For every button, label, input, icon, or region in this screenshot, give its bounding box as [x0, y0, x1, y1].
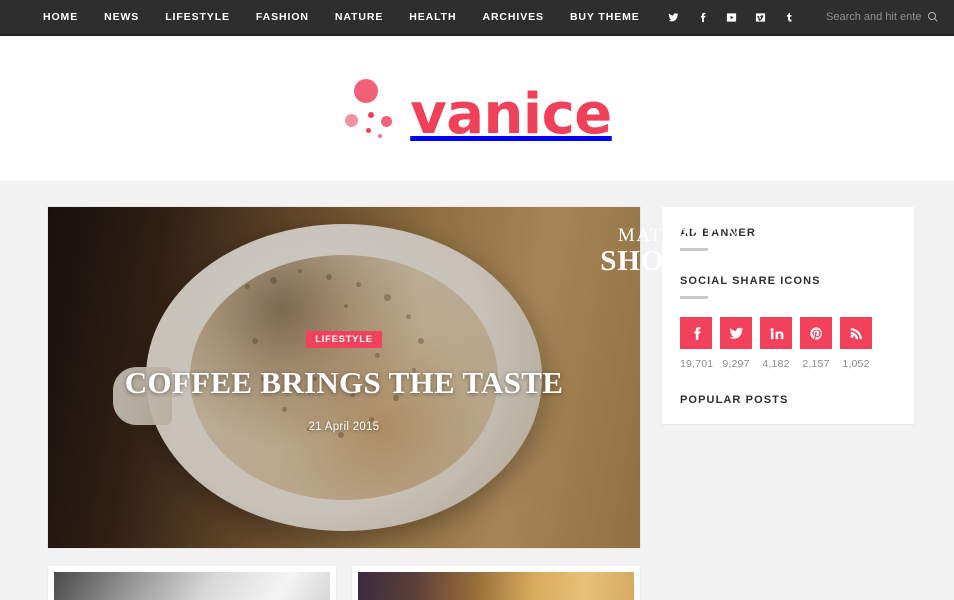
page-content: LIFESTYLE COFFEE BRINGS THE TASTE 21 Apr…	[0, 181, 954, 600]
post-card[interactable]	[352, 566, 640, 600]
nav-item-buy-theme[interactable]: BUY THEME	[557, 0, 653, 34]
widget-popular-posts: POPULAR POSTS	[680, 394, 896, 406]
widget-title-popular-posts: POPULAR POSTS	[680, 394, 789, 406]
hero-text-block: LIFESTYLE COFFEE BRINGS THE TASTE 21 Apr…	[48, 329, 640, 433]
nav-item-archives[interactable]: ARCHIVES	[469, 0, 556, 34]
title-divider	[680, 296, 708, 299]
widget-social-share: SOCIAL SHARE ICONS 19,701 9,297 4,182 2,…	[680, 275, 896, 370]
pinterest-icon[interactable]	[800, 317, 832, 349]
sidebar-widgets: AD BANNER MATERNITY SHOPPING SOCIAL SHAR…	[600, 207, 914, 424]
widget-ad-banner: AD BANNER MATERNITY SHOPPING	[600, 226, 896, 276]
hero-title[interactable]: COFFEE BRINGS THE TASTE	[68, 365, 620, 401]
post-card[interactable]	[48, 566, 336, 600]
share-item-rss: 1,052	[840, 317, 872, 370]
nav-item-health[interactable]: HEALTH	[396, 0, 469, 34]
nav-item-nature[interactable]: NATURE	[322, 0, 396, 34]
share-item-facebook: 19,701	[680, 317, 714, 370]
nav-item-home[interactable]: HOME	[30, 0, 91, 34]
site-logo[interactable]: vanice	[342, 76, 612, 148]
main-column: LIFESTYLE COFFEE BRINGS THE TASTE 21 Apr…	[48, 207, 640, 600]
share-count-facebook: 19,701	[680, 358, 714, 370]
site-header: vanice	[0, 36, 954, 181]
facebook-icon[interactable]	[680, 317, 712, 349]
hero-date: 21 April 2015	[308, 420, 380, 433]
search-icon[interactable]	[927, 11, 940, 24]
vimeo-icon[interactable]	[750, 0, 771, 34]
top-navigation-bar: HOME NEWS LIFESTYLE FASHION NATURE HEALT…	[0, 0, 954, 36]
featured-post-hero[interactable]: LIFESTYLE COFFEE BRINGS THE TASTE 21 Apr…	[48, 207, 640, 548]
share-count-pinterest: 2,157	[802, 358, 830, 370]
header-social-links	[659, 0, 804, 34]
share-count-linkedin: 4,182	[762, 358, 790, 370]
share-item-pinterest: 2,157	[800, 317, 832, 370]
rss-icon[interactable]	[840, 317, 872, 349]
share-count-twitter: 9,297	[722, 358, 750, 370]
twitter-icon[interactable]	[663, 0, 684, 34]
logo-dots-icon	[342, 76, 404, 142]
nav-item-fashion[interactable]: FASHION	[243, 0, 322, 34]
nav-right-cluster	[659, 0, 954, 34]
linkedin-icon[interactable]	[760, 317, 792, 349]
sidebar: AD BANNER MATERNITY SHOPPING SOCIAL SHAR…	[600, 207, 914, 424]
share-count-rss: 1,052	[842, 358, 870, 370]
social-share-row: 19,701 9,297 4,182 2,157 1,052	[680, 317, 896, 370]
search-box[interactable]	[826, 11, 940, 24]
nav-item-lifestyle[interactable]: LIFESTYLE	[152, 0, 243, 34]
main-menu: HOME NEWS LIFESTYLE FASHION NATURE HEALT…	[30, 0, 653, 34]
hero-category-badge[interactable]: LIFESTYLE	[306, 331, 382, 348]
widget-title-social-share: SOCIAL SHARE ICONS	[680, 275, 821, 287]
youtube-icon[interactable]	[721, 0, 742, 34]
share-item-linkedin: 4,182	[760, 317, 792, 370]
nav-item-news[interactable]: NEWS	[91, 0, 152, 34]
share-item-twitter: 9,297	[720, 317, 752, 370]
post-thumbnail[interactable]	[54, 572, 330, 600]
tumblr-icon[interactable]	[779, 0, 800, 34]
post-grid	[48, 566, 640, 600]
facebook-icon[interactable]	[692, 0, 713, 34]
twitter-icon[interactable]	[720, 317, 752, 349]
post-thumbnail[interactable]	[358, 572, 634, 600]
site-logo-text: vanice	[410, 82, 612, 148]
search-input[interactable]	[826, 11, 921, 23]
